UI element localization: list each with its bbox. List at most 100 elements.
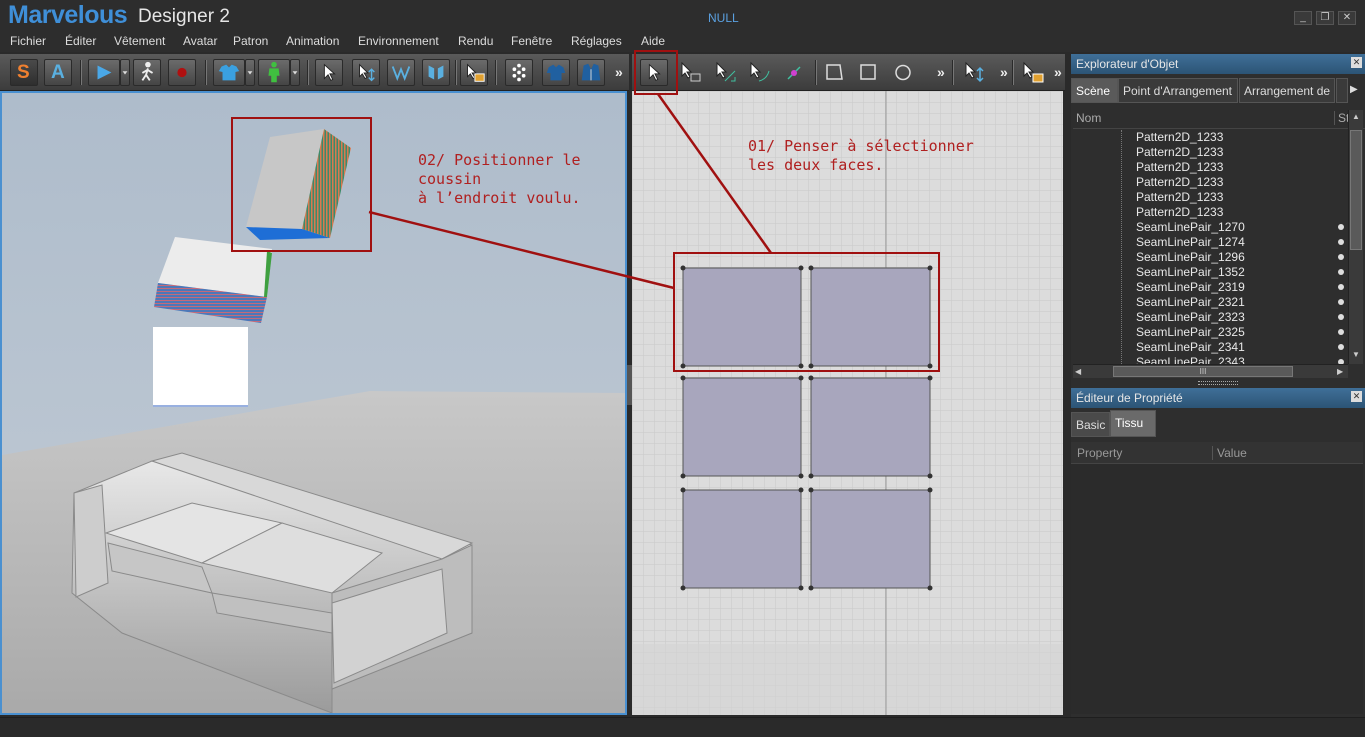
list-item[interactable]: SeamLinePair_2343 — [1073, 355, 1347, 364]
menu-rendu[interactable]: Rendu — [458, 34, 493, 48]
column-name[interactable]: Nom — [1076, 111, 1101, 125]
tab-scene[interactable]: Scène — [1071, 78, 1118, 103]
select-tool-2d[interactable] — [640, 59, 668, 86]
explorer-hscroll-thumb[interactable]: III — [1113, 366, 1293, 377]
toolbar-2d-overflow-c[interactable]: » — [1054, 64, 1062, 80]
list-item[interactable]: SeamLinePair_2319 — [1073, 280, 1347, 295]
jacket-tool[interactable] — [577, 59, 605, 86]
list-item-label: Pattern2D_1233 — [1136, 175, 1224, 189]
explorer-hscroll[interactable]: ◀ III ▶ — [1073, 364, 1348, 378]
list-item-label: Pattern2D_1233 — [1136, 130, 1224, 144]
texture-tool-2d[interactable] — [1018, 59, 1046, 86]
texture-select-tool[interactable] — [460, 59, 488, 86]
menu-editer[interactable]: Éditer — [65, 34, 96, 48]
viewport-2d[interactable]: 01/ Penser à sélectionner les deux faces… — [632, 91, 1063, 715]
add-point-tool[interactable] — [780, 59, 808, 86]
tab-scroll-left[interactable] — [1336, 78, 1348, 103]
list-item[interactable]: SeamLinePair_2341 — [1073, 340, 1347, 355]
menu-reglages[interactable]: Réglages — [571, 34, 622, 48]
avatar-dropdown[interactable] — [290, 59, 300, 86]
list-item-label: SeamLinePair_1352 — [1136, 265, 1245, 279]
list-item[interactable]: SeamLinePair_2325 — [1073, 325, 1347, 340]
toolbar-3d-overflow[interactable]: » — [615, 64, 623, 80]
menu-patron[interactable]: Patron — [233, 34, 268, 48]
avatar-motion-button[interactable] — [133, 59, 161, 86]
select-tool-3d[interactable] — [315, 59, 343, 86]
tab-basic[interactable]: Basic — [1071, 412, 1110, 437]
chevron-left-icon[interactable]: ◀ — [1075, 367, 1081, 376]
property-grid — [1071, 464, 1363, 714]
list-item[interactable]: SeamLinePair_1270 — [1073, 220, 1347, 235]
close-icon[interactable]: ✕ — [1351, 391, 1362, 402]
edit-curve-tool[interactable] — [745, 59, 773, 86]
pattern-piece-3[interactable] — [682, 377, 802, 477]
scroll-grip: III — [1199, 367, 1207, 376]
tab-arrangement[interactable]: Arrangement de — [1239, 78, 1335, 103]
pattern-piece-1[interactable] — [682, 267, 802, 367]
restore-button[interactable]: ❐ — [1316, 11, 1334, 25]
chevron-down-icon — [247, 71, 253, 75]
segment-select-tool[interactable] — [960, 59, 988, 86]
column-value[interactable]: Value — [1212, 446, 1247, 460]
list-item[interactable]: SeamLinePair_2323 — [1073, 310, 1347, 325]
pattern-piece-5[interactable] — [682, 489, 802, 589]
points-tool[interactable] — [505, 59, 533, 86]
explorer-vscroll-thumb[interactable] — [1350, 130, 1362, 250]
minimize-button[interactable]: _ — [1294, 11, 1312, 25]
simulate-button[interactable]: S — [10, 59, 38, 86]
close-icon[interactable]: ✕ — [1351, 57, 1362, 68]
list-item[interactable]: Pattern2D_1233 — [1073, 160, 1347, 175]
avatar-button[interactable] — [258, 59, 290, 86]
record-button[interactable] — [168, 59, 196, 86]
close-button[interactable]: ✕ — [1338, 11, 1356, 25]
garment-dropdown[interactable] — [245, 59, 255, 86]
circle-tool[interactable] — [889, 59, 917, 86]
tab-arrangement-point[interactable]: Point d'Arrangement — [1118, 78, 1238, 103]
list-item[interactable]: Pattern2D_1233 — [1073, 145, 1347, 160]
play-button[interactable] — [88, 59, 120, 86]
menu-animation[interactable]: Animation — [286, 34, 339, 48]
list-item[interactable]: SeamLinePair_1274 — [1073, 235, 1347, 250]
chevron-right-icon[interactable]: ▶ — [1337, 367, 1343, 376]
column-property[interactable]: Property — [1077, 446, 1122, 460]
pattern-piece-6[interactable] — [810, 489, 931, 589]
list-item[interactable]: SeamLinePair_1352 — [1073, 265, 1347, 280]
pattern-piece-2[interactable] — [810, 267, 931, 367]
animate-button[interactable]: A — [44, 59, 72, 86]
menu-avatar[interactable]: Avatar — [183, 34, 217, 48]
viewport-3d[interactable]: 02/ Positionner le coussin à l’endroit v… — [0, 91, 627, 715]
rectangle-tool[interactable] — [854, 59, 882, 86]
menu-fenetre[interactable]: Fenêtre — [511, 34, 552, 48]
chevron-up-icon[interactable]: ▲ — [1352, 112, 1360, 121]
tab-tissu[interactable]: Tissu — [1110, 410, 1156, 437]
status-dot — [1338, 269, 1344, 275]
panel-splitter-grip[interactable] — [1198, 381, 1238, 385]
menu-fichier[interactable]: Fichier — [10, 34, 46, 48]
list-item[interactable]: Pattern2D_1233 — [1073, 175, 1347, 190]
list-item[interactable]: Pattern2D_1233 — [1073, 205, 1347, 220]
arrange-tool[interactable] — [422, 59, 450, 86]
toolbar-separator — [815, 60, 817, 85]
toolbar-2d-overflow-b[interactable]: » — [1000, 64, 1008, 80]
polygon-tool[interactable] — [820, 59, 848, 86]
tab-scroll-right-icon[interactable]: ▶ — [1350, 84, 1358, 95]
garment-button[interactable] — [213, 59, 245, 86]
transform-pattern-tool[interactable] — [711, 59, 739, 86]
menu-aide[interactable]: Aide — [641, 34, 665, 48]
list-item[interactable]: Pattern2D_1233 — [1073, 190, 1347, 205]
chevron-down-icon[interactable]: ▼ — [1352, 350, 1360, 359]
tshirt-tool[interactable] — [542, 59, 570, 86]
menu-environnement[interactable]: Environnement — [358, 34, 439, 48]
edit-pattern-tool[interactable] — [676, 59, 704, 86]
explorer-vscroll[interactable]: ▲ ▼ — [1348, 110, 1363, 364]
play-dropdown[interactable] — [120, 59, 130, 86]
select-mesh-tool[interactable] — [352, 59, 380, 86]
menu-vetement[interactable]: Vêtement — [114, 34, 165, 48]
pattern-piece-4[interactable] — [810, 377, 931, 477]
toolbar-2d-overflow-a[interactable]: » — [937, 64, 945, 80]
list-item[interactable]: SeamLinePair_1296 — [1073, 250, 1347, 265]
fold-tool[interactable] — [387, 59, 415, 86]
property-editor-title: Éditeur de Propriété — [1076, 391, 1183, 405]
list-item[interactable]: SeamLinePair_2321 — [1073, 295, 1347, 310]
list-item[interactable]: Pattern2D_1233 — [1073, 130, 1347, 145]
